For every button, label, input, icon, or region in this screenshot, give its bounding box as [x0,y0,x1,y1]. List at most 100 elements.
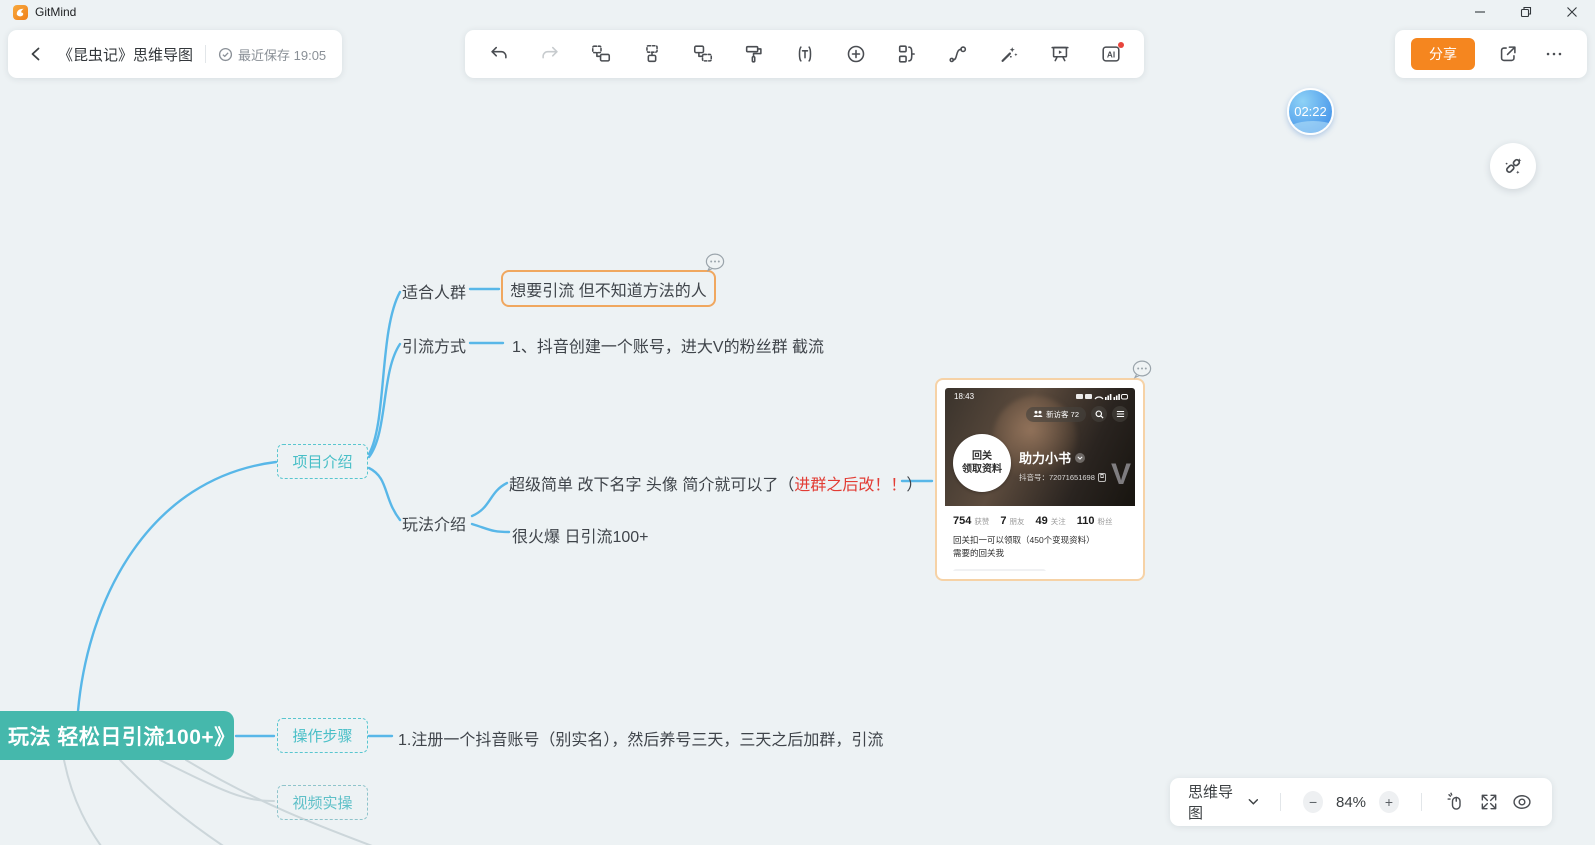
copy-icon: ⧉ [1097,473,1107,482]
stat-label: 粉丝 [1097,517,1113,526]
phone-time: 18:43 [954,392,975,401]
relation-line-icon[interactable] [944,41,971,68]
timer-value: 02:22 [1294,104,1327,119]
profile-bio: 回关扣一可以领取（450个变现资料） 需要的回关我 [953,534,1127,560]
node-play-detail-1[interactable]: 超级简单 改下名字 头像 简介就可以了（进群之后改！！） [509,471,922,495]
visitors-count: 新访客 72 [1046,409,1079,419]
divider [1420,793,1422,811]
chevron-down-icon [1075,452,1086,463]
new-visitors-badge[interactable]: 新访客 72 [1026,406,1086,422]
insert-text-icon[interactable] [791,41,818,68]
avatar-text-line2: 领取资料 [962,464,1002,475]
root-node[interactable]: 玩法 轻松日引流100+》 [0,711,236,760]
notification-dot [1118,41,1124,48]
summary-icon[interactable] [893,41,920,68]
search-icon[interactable] [1091,406,1107,422]
maximize-icon[interactable] [1503,0,1549,24]
magic-pen-button[interactable] [1490,143,1536,189]
minimize-icon[interactable] [1457,0,1503,24]
insert-parent-topic-icon[interactable] [689,41,716,68]
format-painter-icon[interactable] [740,41,767,68]
focus-timer-badge[interactable]: 02:22 [1287,88,1334,135]
branch-label: 视频实操 [292,795,353,812]
image-node-douyin-profile[interactable]: V 18:43 新访客 72 回关 领取资料 助力小书 抖音号：72071651… [935,378,1145,581]
node-label: 引流方式 [402,339,467,356]
background-watermark: V [1110,458,1131,491]
node-label-highlight: 进群之后改！！ [794,477,907,494]
bio-line1: 回关扣一可以领取（450个变现资料） [953,535,1095,545]
ai-beautify-icon[interactable] [995,41,1022,68]
node-traffic-method-detail[interactable]: 1、抖音创建一个账号，进大V的粉丝群 截流 [512,333,824,357]
drag-mode-icon[interactable] [1444,789,1467,815]
view-mode-select[interactable]: 思维导图 [1188,781,1258,823]
bio-line2: 需要的回关我 [953,548,1005,559]
slideshow-icon[interactable] [1046,41,1073,68]
document-title: 《昆虫记》思维导图 [58,46,194,64]
view-controls-bar: 思维导图 − 84% + [1170,778,1552,826]
comment-indicator-icon[interactable] [704,253,726,277]
ai-assistant-icon[interactable]: AI [1097,41,1124,68]
add-tags-chip: + 添加所在地、性别等标签 [953,569,1047,571]
gitmind-logo-icon [13,4,28,20]
chevron-down-icon [1248,799,1258,805]
more-icon[interactable] [1541,41,1567,67]
node-label: 适合人群 [402,285,467,302]
zoom-level: 84% [1336,793,1367,811]
stat-value: 49 [1035,515,1048,527]
comment-indicator-icon[interactable] [1131,360,1153,384]
root-node-label: 玩法 轻松日引流100+》 [8,725,236,749]
branch-node-steps[interactable]: 操作步骤 [277,718,368,753]
divider [1280,793,1282,811]
save-status-text: 最近保存 19:05 [238,47,327,63]
menu-icon[interactable] [1112,406,1128,422]
branch-node-video[interactable]: 视频实操 [277,785,368,820]
profile-uid: 抖音号：72071651698 [1019,473,1095,482]
window-titlebar: GitMind [0,0,1595,24]
insert-node-icon[interactable] [842,41,869,68]
share-button[interactable]: 分享 [1411,38,1475,70]
node-label: 很火爆 日引流100+ [512,529,649,546]
node-label: 1.注册一个抖音账号（别实名），然后养号三天，三天之后加群，引流 [398,732,884,749]
fit-screen-icon[interactable] [1477,789,1500,815]
mindmap-edges [63,287,934,845]
stat-label: 获赞 [974,517,990,526]
save-status: 最近保存 19:05 [218,45,326,64]
node-label: 想要引流 但不知道方法的人 [510,282,707,300]
branch-label: 操作步骤 [292,728,353,745]
stat-value: 110 [1076,515,1095,527]
node-traffic-method[interactable]: 引流方式 [402,333,466,357]
main-toolbar: AI [465,30,1144,78]
node-audience[interactable]: 适合人群 [402,279,466,303]
export-icon[interactable] [1495,41,1521,67]
node-label: 玩法介绍 [402,517,467,534]
node-play-intro[interactable]: 玩法介绍 [402,511,466,535]
saved-check-icon [218,47,233,61]
document-header: 《昆虫记》思维导图 最近保存 19:05 [8,30,343,78]
preview-eye-icon[interactable] [1511,789,1534,815]
stat-value: 7 [1000,515,1007,527]
close-icon[interactable] [1549,0,1595,24]
visitors-icon [1033,410,1043,417]
insert-child-topic-icon[interactable] [638,41,665,68]
back-icon[interactable] [24,42,48,66]
svg-text:AI: AI [1106,50,1114,59]
profile-stats: 754 获赞 7 朋友 49 关注 110 粉丝 [953,515,1127,527]
redo-icon[interactable] [536,41,563,68]
app-title: GitMind [35,5,77,19]
zoom-in-button[interactable]: + [1379,791,1399,813]
stat-label: 关注 [1050,517,1066,526]
branch-label: 项目介绍 [292,454,353,471]
node-steps-detail[interactable]: 1.注册一个抖音账号（别实名），然后养号三天，三天之后加群，引流 [398,726,883,750]
node-label-suffix: ） [906,477,923,494]
insert-sibling-topic-icon[interactable] [587,41,614,68]
node-play-detail-2[interactable]: 很火爆 日引流100+ [512,523,649,547]
node-audience-detail-selected[interactable]: 想要引流 但不知道方法的人 [501,270,716,307]
undo-icon[interactable] [485,41,512,68]
zoom-out-button[interactable]: − [1303,791,1323,813]
avatar-text-line1: 回关 [972,450,992,462]
profile-name: 助力小书 [1019,451,1072,466]
divider [205,45,207,63]
douyin-profile-screenshot: V 18:43 新访客 72 回关 领取资料 助力小书 抖音号：72071651… [945,388,1135,571]
view-mode-label: 思维导图 [1188,784,1234,822]
branch-node-project-intro[interactable]: 项目介绍 [277,444,368,479]
